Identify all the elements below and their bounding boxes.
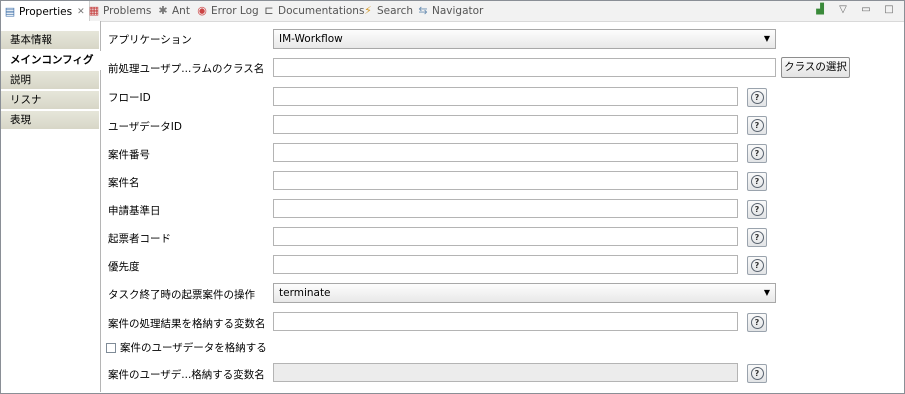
apply-base-date-help-button[interactable]: ?	[747, 200, 767, 219]
task-end-operation-value: terminate	[279, 287, 331, 299]
tab-label: Properties	[19, 5, 73, 18]
application-select[interactable]: IM-Workflow ▼	[273, 29, 776, 49]
result-variable-input[interactable]	[273, 312, 738, 331]
user-data-id-help-button[interactable]: ?	[747, 116, 767, 135]
matter-name-help-button[interactable]: ?	[747, 172, 767, 191]
tab-problems[interactable]: ▦ Problems	[88, 1, 152, 21]
help-icon: ?	[750, 147, 764, 160]
ant-icon: ✱	[158, 4, 168, 17]
tab-properties[interactable]: ▤ Properties ✕	[1, 1, 90, 22]
user-data-variable-input	[273, 363, 738, 382]
applicant-code-label: 起票者コード	[108, 233, 171, 245]
application-value: IM-Workflow	[279, 33, 343, 45]
dropdown-arrow-icon: ▼	[763, 34, 770, 43]
matter-number-input[interactable]	[273, 143, 738, 162]
user-data-id-label: ユーザデータID	[108, 121, 182, 133]
category-expression[interactable]: 表現	[1, 111, 99, 130]
view-menu-icon[interactable]: ▽	[836, 3, 850, 17]
priority-input[interactable]	[273, 255, 738, 274]
matter-name-label: 案件名	[108, 177, 140, 189]
navigator-icon: ⇆	[418, 4, 428, 17]
priority-help-button[interactable]: ?	[747, 256, 767, 275]
maximize-icon[interactable]: □	[882, 3, 896, 17]
view-tab-bar: ▤ Properties ✕ ▦ Problems ✱ Ant ◉ Error …	[1, 1, 904, 22]
help-icon: ?	[750, 367, 764, 380]
application-label: アプリケーション	[108, 34, 192, 46]
tab-label: Problems	[103, 5, 152, 17]
user-data-variable-label: 案件のユーザデ...格納する変数名	[108, 369, 265, 381]
close-icon[interactable]: ✕	[77, 7, 85, 17]
result-variable-help-button[interactable]: ?	[747, 313, 767, 332]
minimize-icon[interactable]: ▭	[859, 3, 873, 17]
matter-name-input[interactable]	[273, 171, 738, 190]
tab-error-log[interactable]: ◉ Error Log	[196, 1, 259, 21]
help-icon: ?	[750, 119, 764, 132]
apply-base-date-label: 申請基準日	[108, 205, 161, 217]
preprocess-class-input[interactable]	[273, 58, 776, 77]
property-category-list: 基本情報 メインコンフィグ 説明 リスナ 表現	[1, 21, 101, 392]
pin-icon[interactable]: ▟	[813, 3, 827, 17]
category-listener[interactable]: リスナ	[1, 91, 99, 110]
tab-navigator[interactable]: ⇆ Navigator	[417, 1, 483, 21]
result-variable-label: 案件の処理結果を格納する変数名	[108, 318, 266, 330]
dropdown-arrow-icon: ▼	[763, 288, 770, 297]
view-toolbar: ▟ ▽ ▭ □	[813, 3, 896, 17]
documentation-icon: ⊏	[264, 4, 274, 17]
tab-search[interactable]: ⚡ Search	[362, 1, 413, 21]
help-icon: ?	[750, 91, 764, 104]
search-icon: ⚡	[364, 4, 372, 17]
matter-number-help-button[interactable]: ?	[747, 144, 767, 163]
properties-icon: ▤	[4, 4, 16, 18]
apply-base-date-input[interactable]	[273, 199, 738, 218]
store-user-data-option[interactable]: 案件のユーザデータを格納する	[106, 340, 267, 355]
priority-label: 優先度	[108, 261, 140, 273]
help-icon: ?	[750, 175, 764, 188]
flow-id-help-button[interactable]: ?	[747, 88, 767, 107]
error-log-icon: ◉	[197, 4, 207, 17]
flow-id-label: フローID	[108, 92, 151, 104]
tab-label: Navigator	[432, 5, 484, 17]
help-icon: ?	[750, 316, 764, 329]
preprocess-class-label: 前処理ユーザプ...ラムのクラス名	[108, 63, 265, 75]
flow-id-input[interactable]	[273, 87, 738, 106]
user-data-variable-help-button[interactable]: ?	[747, 364, 767, 383]
task-end-operation-select[interactable]: terminate ▼	[273, 283, 776, 303]
tab-label: Ant	[172, 5, 190, 17]
tab-label: Error Log	[211, 5, 259, 17]
user-data-id-input[interactable]	[273, 115, 738, 134]
help-icon: ?	[750, 259, 764, 272]
tab-ant[interactable]: ✱ Ant	[157, 1, 190, 21]
tab-label: Search	[377, 5, 414, 17]
help-icon: ?	[750, 231, 764, 244]
category-main-config[interactable]: メインコンフィグ	[1, 51, 101, 70]
tab-label: Documentations	[278, 5, 365, 17]
applicant-code-help-button[interactable]: ?	[747, 228, 767, 247]
help-icon: ?	[750, 203, 764, 216]
store-user-data-checkbox[interactable]	[106, 342, 116, 353]
task-end-operation-label: タスク終了時の起票案件の操作	[108, 289, 255, 301]
applicant-code-input[interactable]	[273, 227, 738, 246]
category-basic-info[interactable]: 基本情報	[1, 31, 99, 50]
tab-documentations[interactable]: ⊏ Documentations	[263, 1, 364, 21]
matter-number-label: 案件番号	[108, 149, 150, 161]
problems-icon: ▦	[88, 4, 100, 17]
store-user-data-label: 案件のユーザデータを格納する	[120, 342, 267, 354]
category-description[interactable]: 説明	[1, 71, 99, 90]
select-class-button[interactable]: クラスの選択	[781, 57, 850, 78]
